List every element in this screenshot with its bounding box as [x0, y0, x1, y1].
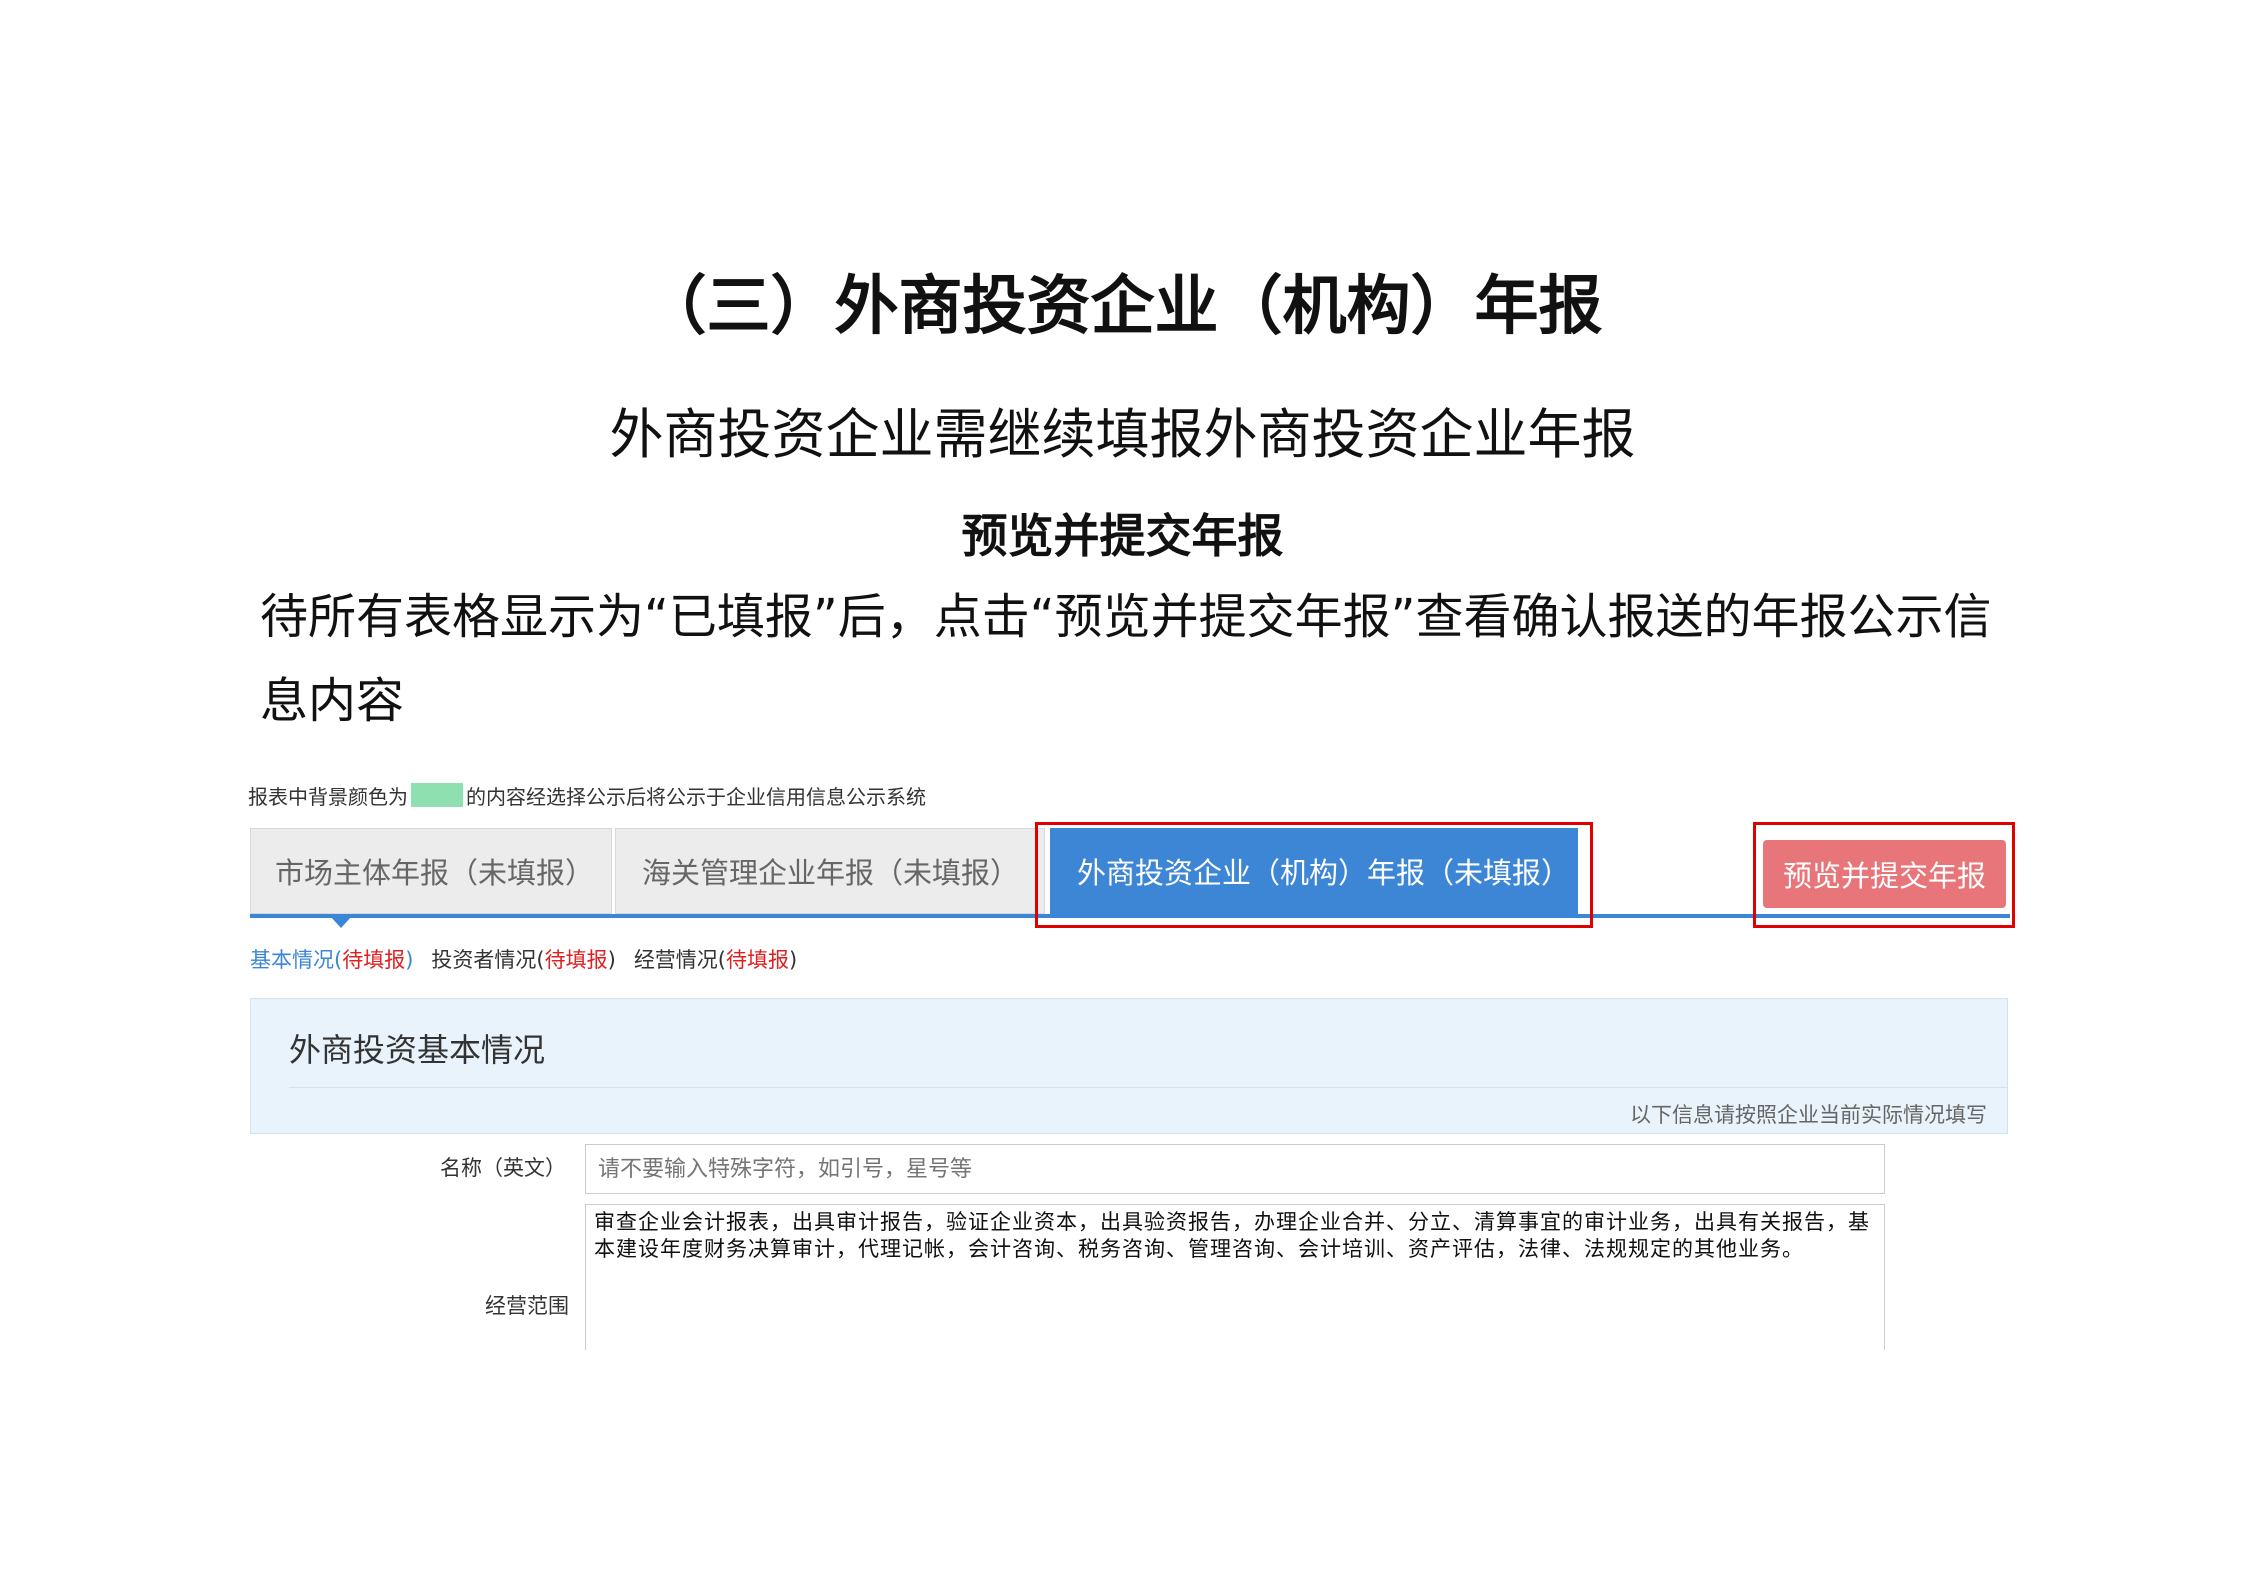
subtab-close: ) [789, 948, 798, 972]
subtab-close: ) [405, 948, 414, 972]
english-name-input[interactable] [585, 1144, 1885, 1194]
slide-heading: 预览并提交年报 [961, 509, 1284, 563]
active-tab-caret-icon [330, 916, 352, 928]
tab-market-entity-report[interactable]: 市场主体年报（未填报） [250, 828, 612, 914]
tab-label: 海关管理企业年报（未填报） [642, 856, 1020, 890]
legend-note: 报表中背景颜色为 的内容经选择公示后将公示于企业信用信息公示系统 [248, 780, 926, 810]
highlight-box-submit [1753, 822, 2015, 928]
legend-suffix: 的内容经选择公示后将公示于企业信用信息公示系统 [466, 784, 926, 809]
business-scope-textarea[interactable]: 审查企业会计报表，出具审计报告，验证企业资本，出具验资报告，办理企业合并、分立、… [585, 1204, 1885, 1350]
english-name-label: 名称（英文） [440, 1156, 566, 1180]
subtab-status: 待填报 [342, 948, 406, 972]
slide-instruction: 待所有表格显示为“已填报”后，点击“预览并提交年报”查看确认报送的年报公示信息内… [260, 589, 1992, 729]
subtab-label: 基本情况( [250, 948, 343, 972]
tab-customs-report[interactable]: 海关管理企业年报（未填报） [615, 828, 1045, 914]
subtab-operation-info[interactable]: 经营情况(待填报) [634, 944, 797, 974]
subtab-status: 待填报 [544, 948, 608, 972]
tab-label: 市场主体年报（未填报） [275, 856, 595, 890]
subtab-basic-info[interactable]: 基本情况(待填报) [250, 944, 413, 974]
subtab-close: ) [607, 948, 616, 972]
subtab-row: 基本情况(待填报) 投资者情况(待填报) 经营情况(待填报) [250, 942, 815, 976]
section-title: 外商投资基本情况 [289, 1031, 546, 1069]
legend-color-swatch [411, 783, 463, 807]
slide-subtitle: 外商投资企业需继续填报外商投资企业年报 [609, 403, 1636, 466]
section-panel: 外商投资基本情况 以下信息请按照企业当前实际情况填写 [250, 998, 2008, 1134]
legend-prefix: 报表中背景颜色为 [248, 784, 408, 809]
subtab-investor-info[interactable]: 投资者情况(待填报) [431, 944, 615, 974]
section-hint: 以下信息请按照企业当前实际情况填写 [1630, 1103, 1987, 1127]
slide-title: （三）外商投资企业（机构）年报 [642, 270, 1603, 344]
section-divider [289, 1087, 2007, 1088]
subtab-label: 投资者情况( [431, 948, 545, 972]
annual-report-screenshot: 报表中背景颜色为 的内容经选择公示后将公示于企业信用信息公示系统 市场主体年报（… [248, 780, 2018, 1350]
business-scope-label: 经营范围 [485, 1294, 569, 1318]
subtab-status: 待填报 [726, 948, 790, 972]
highlight-box-tab [1035, 822, 1593, 928]
subtab-label: 经营情况( [633, 948, 727, 972]
